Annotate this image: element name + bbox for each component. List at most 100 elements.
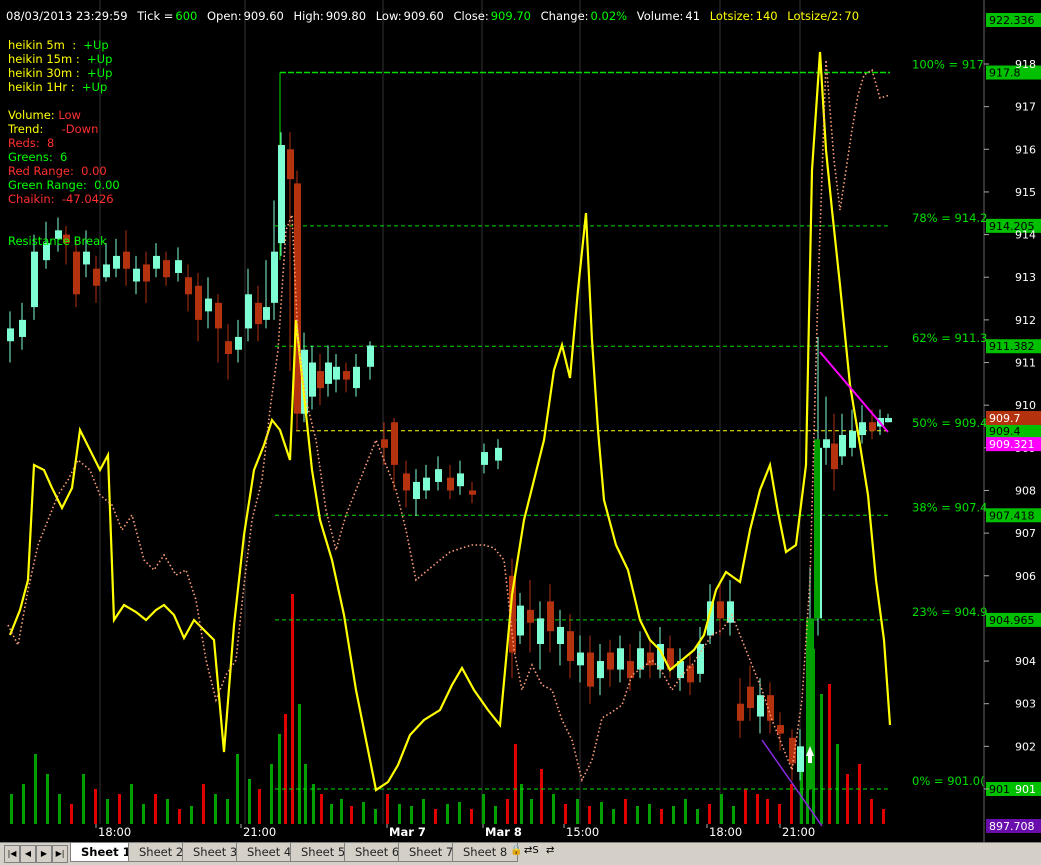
volume-bar: [520, 784, 523, 824]
red-range-stat: Red Range: 0.00: [8, 164, 107, 178]
candle-body: [747, 686, 754, 708]
heikin-1hr: heikin 1Hr : +Up: [8, 80, 107, 94]
candle-body: [31, 251, 38, 308]
time-axis-label: 15:00: [566, 825, 599, 839]
low-value: 909.60: [403, 9, 444, 23]
buy-arrow-stem: [808, 756, 812, 763]
sheet-tab-bar: |◀ ◀ ▶ ▶| Sheet 1 Sheet 2 Sheet 3 Sheet …: [0, 842, 1041, 865]
header-datetime: 08/03/2013 23:29:59: [6, 9, 128, 23]
prev-sheet-button[interactable]: ◀: [20, 845, 36, 863]
price-tick-label: 904: [1015, 655, 1036, 668]
volume-bar: [350, 806, 353, 824]
volume-bar: [588, 806, 591, 824]
volume-bar: [330, 804, 333, 824]
axis-bottom-box-label: 897.708: [989, 820, 1035, 833]
price-tick-label: 911: [1015, 357, 1036, 370]
volume-bar: [552, 794, 555, 824]
candle-body: [627, 661, 634, 679]
volume-bar: [564, 804, 567, 824]
change-label: Change:: [540, 9, 589, 23]
volume-bar: [304, 764, 307, 824]
volume-bar: [58, 794, 61, 824]
candle-body: [225, 341, 232, 354]
open-label: Open:: [207, 9, 242, 23]
low-label: Low:: [375, 9, 402, 23]
volume-bar: [482, 794, 485, 824]
volume-bar: [410, 806, 413, 824]
candle-body: [175, 260, 182, 273]
candle-body: [353, 366, 360, 389]
candle-body: [757, 695, 764, 717]
volume-bar: [226, 799, 229, 824]
candle-body: [123, 251, 130, 269]
tick-value: 600: [175, 9, 198, 23]
price-tick-label: 907: [1015, 527, 1036, 540]
high-value: 909.80: [325, 9, 367, 23]
volume-bar: [130, 784, 133, 824]
volume-bar: [506, 799, 509, 824]
candle-body: [325, 362, 332, 384]
volume-bar: [34, 754, 37, 824]
fib-level-label: 50% = 909.4: [912, 416, 987, 430]
candle-body: [457, 473, 464, 487]
candle-body: [255, 302, 262, 325]
fib-price-box-label: 904.965: [989, 614, 1035, 627]
volume-stat: Volume: Low: [8, 108, 81, 122]
heikin-30m: heikin 30m : +Up: [8, 66, 112, 80]
price-chart[interactable]: 100% = 917917.878% = 914.2914.20562% = 9…: [0, 0, 1041, 842]
candle-body: [287, 149, 294, 180]
fib-price-box-label: 901: [989, 783, 1010, 796]
heikin-label: heikin 5m :: [8, 38, 77, 52]
candle-body: [391, 422, 398, 465]
time-axis-label: 21:00: [782, 825, 815, 839]
volume-bar: [858, 764, 861, 824]
tick-label: Tick =: [137, 9, 174, 23]
volume-bar: [106, 799, 109, 824]
volume-bar: [660, 809, 663, 824]
candle-body: [687, 665, 694, 683]
fib-price-box-label: 907.418: [989, 509, 1035, 522]
last-sheet-button[interactable]: ▶|: [52, 845, 68, 863]
sync-icon[interactable]: ⇄S: [524, 845, 539, 856]
candle-body: [777, 725, 784, 734]
volume-bar: [248, 779, 251, 824]
link-icon[interactable]: ⇄: [546, 845, 554, 856]
price-tick-label: 916: [1015, 143, 1036, 156]
first-sheet-button[interactable]: |◀: [4, 845, 20, 863]
volume-bar: [820, 694, 823, 824]
heikin-value: +Up: [87, 66, 113, 80]
price-tick-label: 912: [1015, 314, 1036, 327]
volume-bar: [320, 794, 323, 824]
candle-body: [537, 618, 544, 644]
candle-body: [527, 609, 534, 623]
volume-bar: [514, 744, 517, 824]
candle-body: [823, 439, 830, 448]
candle-body: [103, 264, 110, 278]
reds-stat: Reds: 8: [8, 136, 55, 150]
volume-bar: [46, 774, 49, 824]
volume-label: Volume:: [636, 9, 684, 23]
tab-sheet-8[interactable]: Sheet 8: [452, 843, 519, 862]
candle-body: [263, 307, 270, 320]
price-tick-label: 913: [1015, 271, 1036, 284]
candle-body: [333, 366, 340, 380]
candle-body: [215, 302, 222, 329]
price-tick-label: 915: [1015, 186, 1036, 199]
candle-body: [423, 477, 430, 491]
lotsize-value: 140: [755, 9, 778, 23]
price-tick-label: 908: [1015, 484, 1036, 497]
volume-bar: [540, 769, 543, 824]
candle-body: [185, 277, 192, 295]
volume-bar: [672, 806, 675, 824]
lock-icon[interactable]: 🔒: [510, 845, 522, 856]
candle-body: [727, 601, 734, 623]
candle-body: [839, 435, 846, 457]
candle-body: [413, 481, 420, 499]
candle-body: [205, 298, 212, 312]
candle-body: [647, 652, 654, 666]
next-sheet-button[interactable]: ▶: [36, 845, 52, 863]
fib-level-label: 23% = 904.9: [912, 605, 987, 619]
price-tick-label: 903: [1015, 698, 1036, 711]
candle-body: [717, 601, 724, 619]
candle-body: [495, 447, 502, 461]
